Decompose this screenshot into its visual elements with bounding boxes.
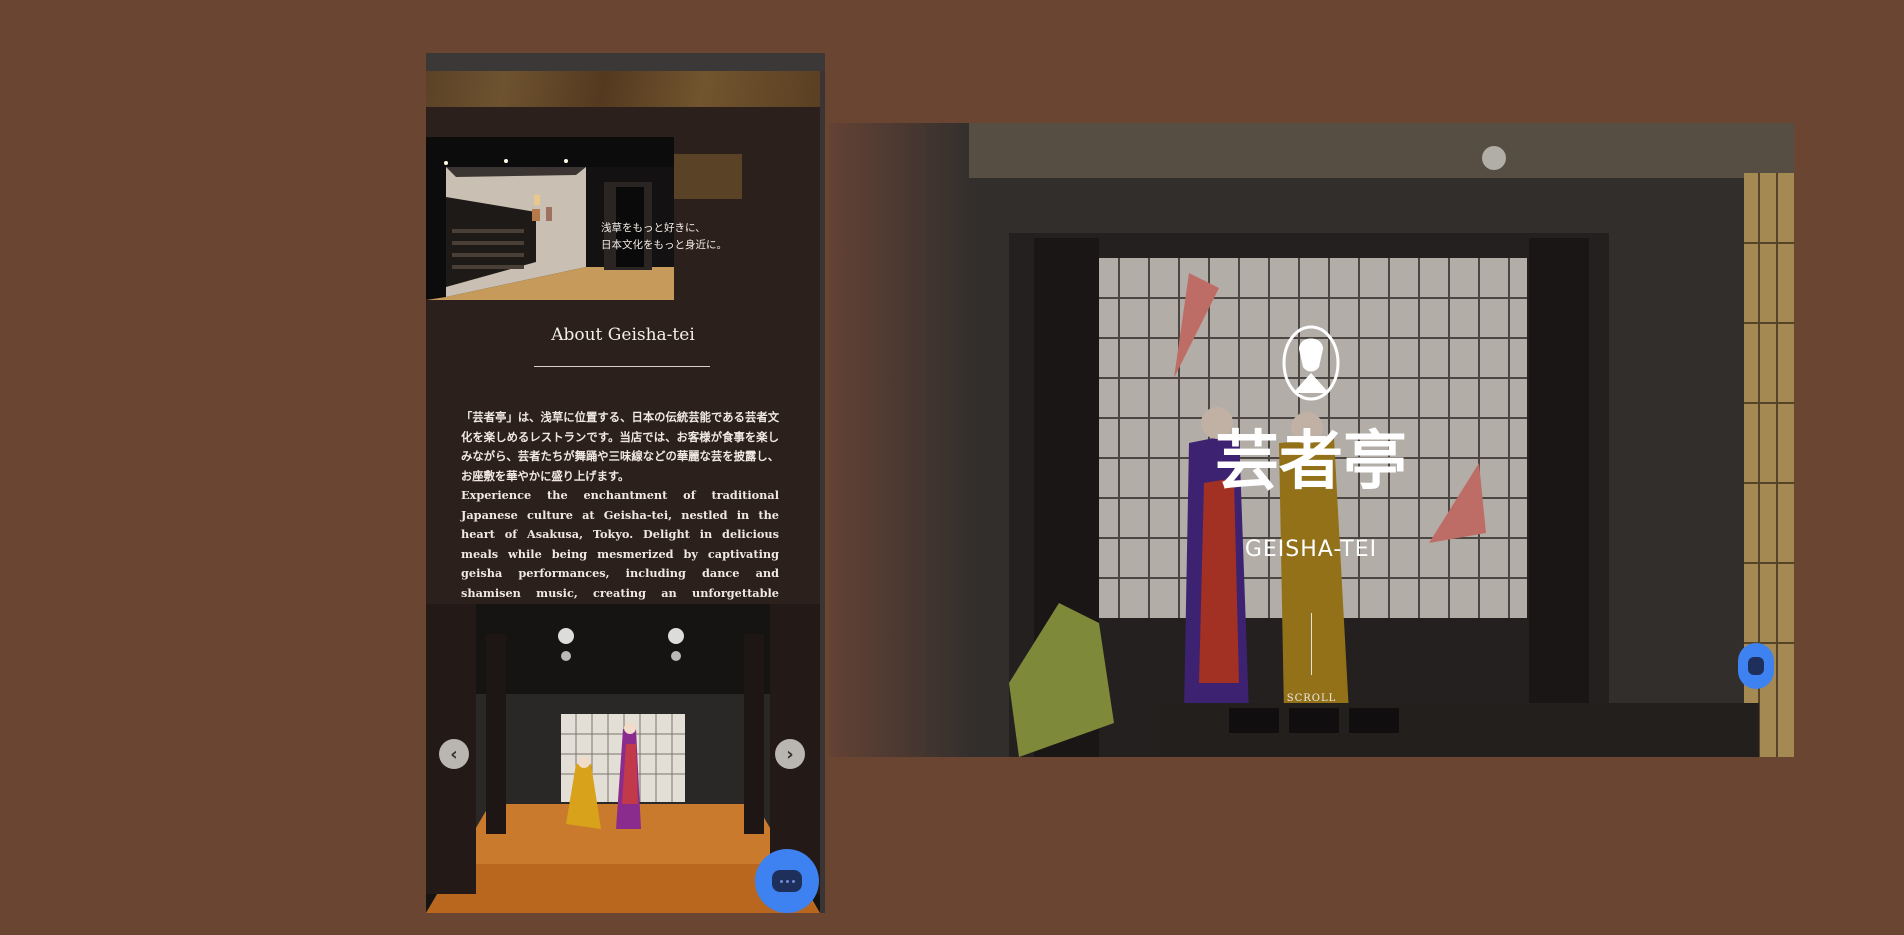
about-text-en: Experience the enchantment of traditiona… <box>461 488 779 619</box>
about-title: About Geisha-tei <box>551 325 695 345</box>
header-wood-banner <box>426 71 820 107</box>
interior-photo <box>426 137 674 300</box>
tagline: 浅草をもっと好きに、 日本文化をもっと身近に。 <box>601 220 801 254</box>
mobile-browser-bar <box>426 53 825 71</box>
tagline-line-1: 浅草をもっと好きに、 <box>601 222 706 234</box>
logo-roman: GEISHA-TEI <box>1245 537 1377 562</box>
slider-next-button[interactable]: › <box>775 739 805 769</box>
about-divider <box>534 366 710 367</box>
chat-bubble-icon <box>772 870 802 892</box>
about-text: 「芸者亭」は、浅草に位置する、日本の伝統芸能である芸者文化を楽しめるレストランで… <box>461 408 779 623</box>
chevron-left-icon: ‹ <box>450 743 458 765</box>
chat-button-mobile[interactable] <box>755 849 819 913</box>
scroll-indicator-line <box>1311 613 1312 675</box>
mobile-preview: 浅草をもっと好きに、 日本文化をもっと身近に。 About Geisha-tei… <box>426 53 825 913</box>
slider-prev-button[interactable]: ‹ <box>439 739 469 769</box>
scroll-label[interactable]: SCROLL <box>829 693 1794 704</box>
logo-kanji: 芸者亭 <box>1215 424 1407 499</box>
accent-block <box>674 154 742 199</box>
chat-button-desktop[interactable] <box>1738 643 1774 689</box>
tagline-line-2: 日本文化をもっと身近に。 <box>601 239 727 251</box>
chevron-right-icon: › <box>786 743 794 765</box>
scrollbar[interactable] <box>820 71 825 913</box>
chat-bubble-icon <box>1748 657 1764 675</box>
about-text-jp: 「芸者亭」は、浅草に位置する、日本の伝統芸能である芸者文化を楽しめるレストランで… <box>461 410 779 483</box>
geisha-emblem-icon <box>1282 325 1340 401</box>
hero-section: 芸者亭 GEISHA-TEI SCROLL <box>829 123 1794 757</box>
